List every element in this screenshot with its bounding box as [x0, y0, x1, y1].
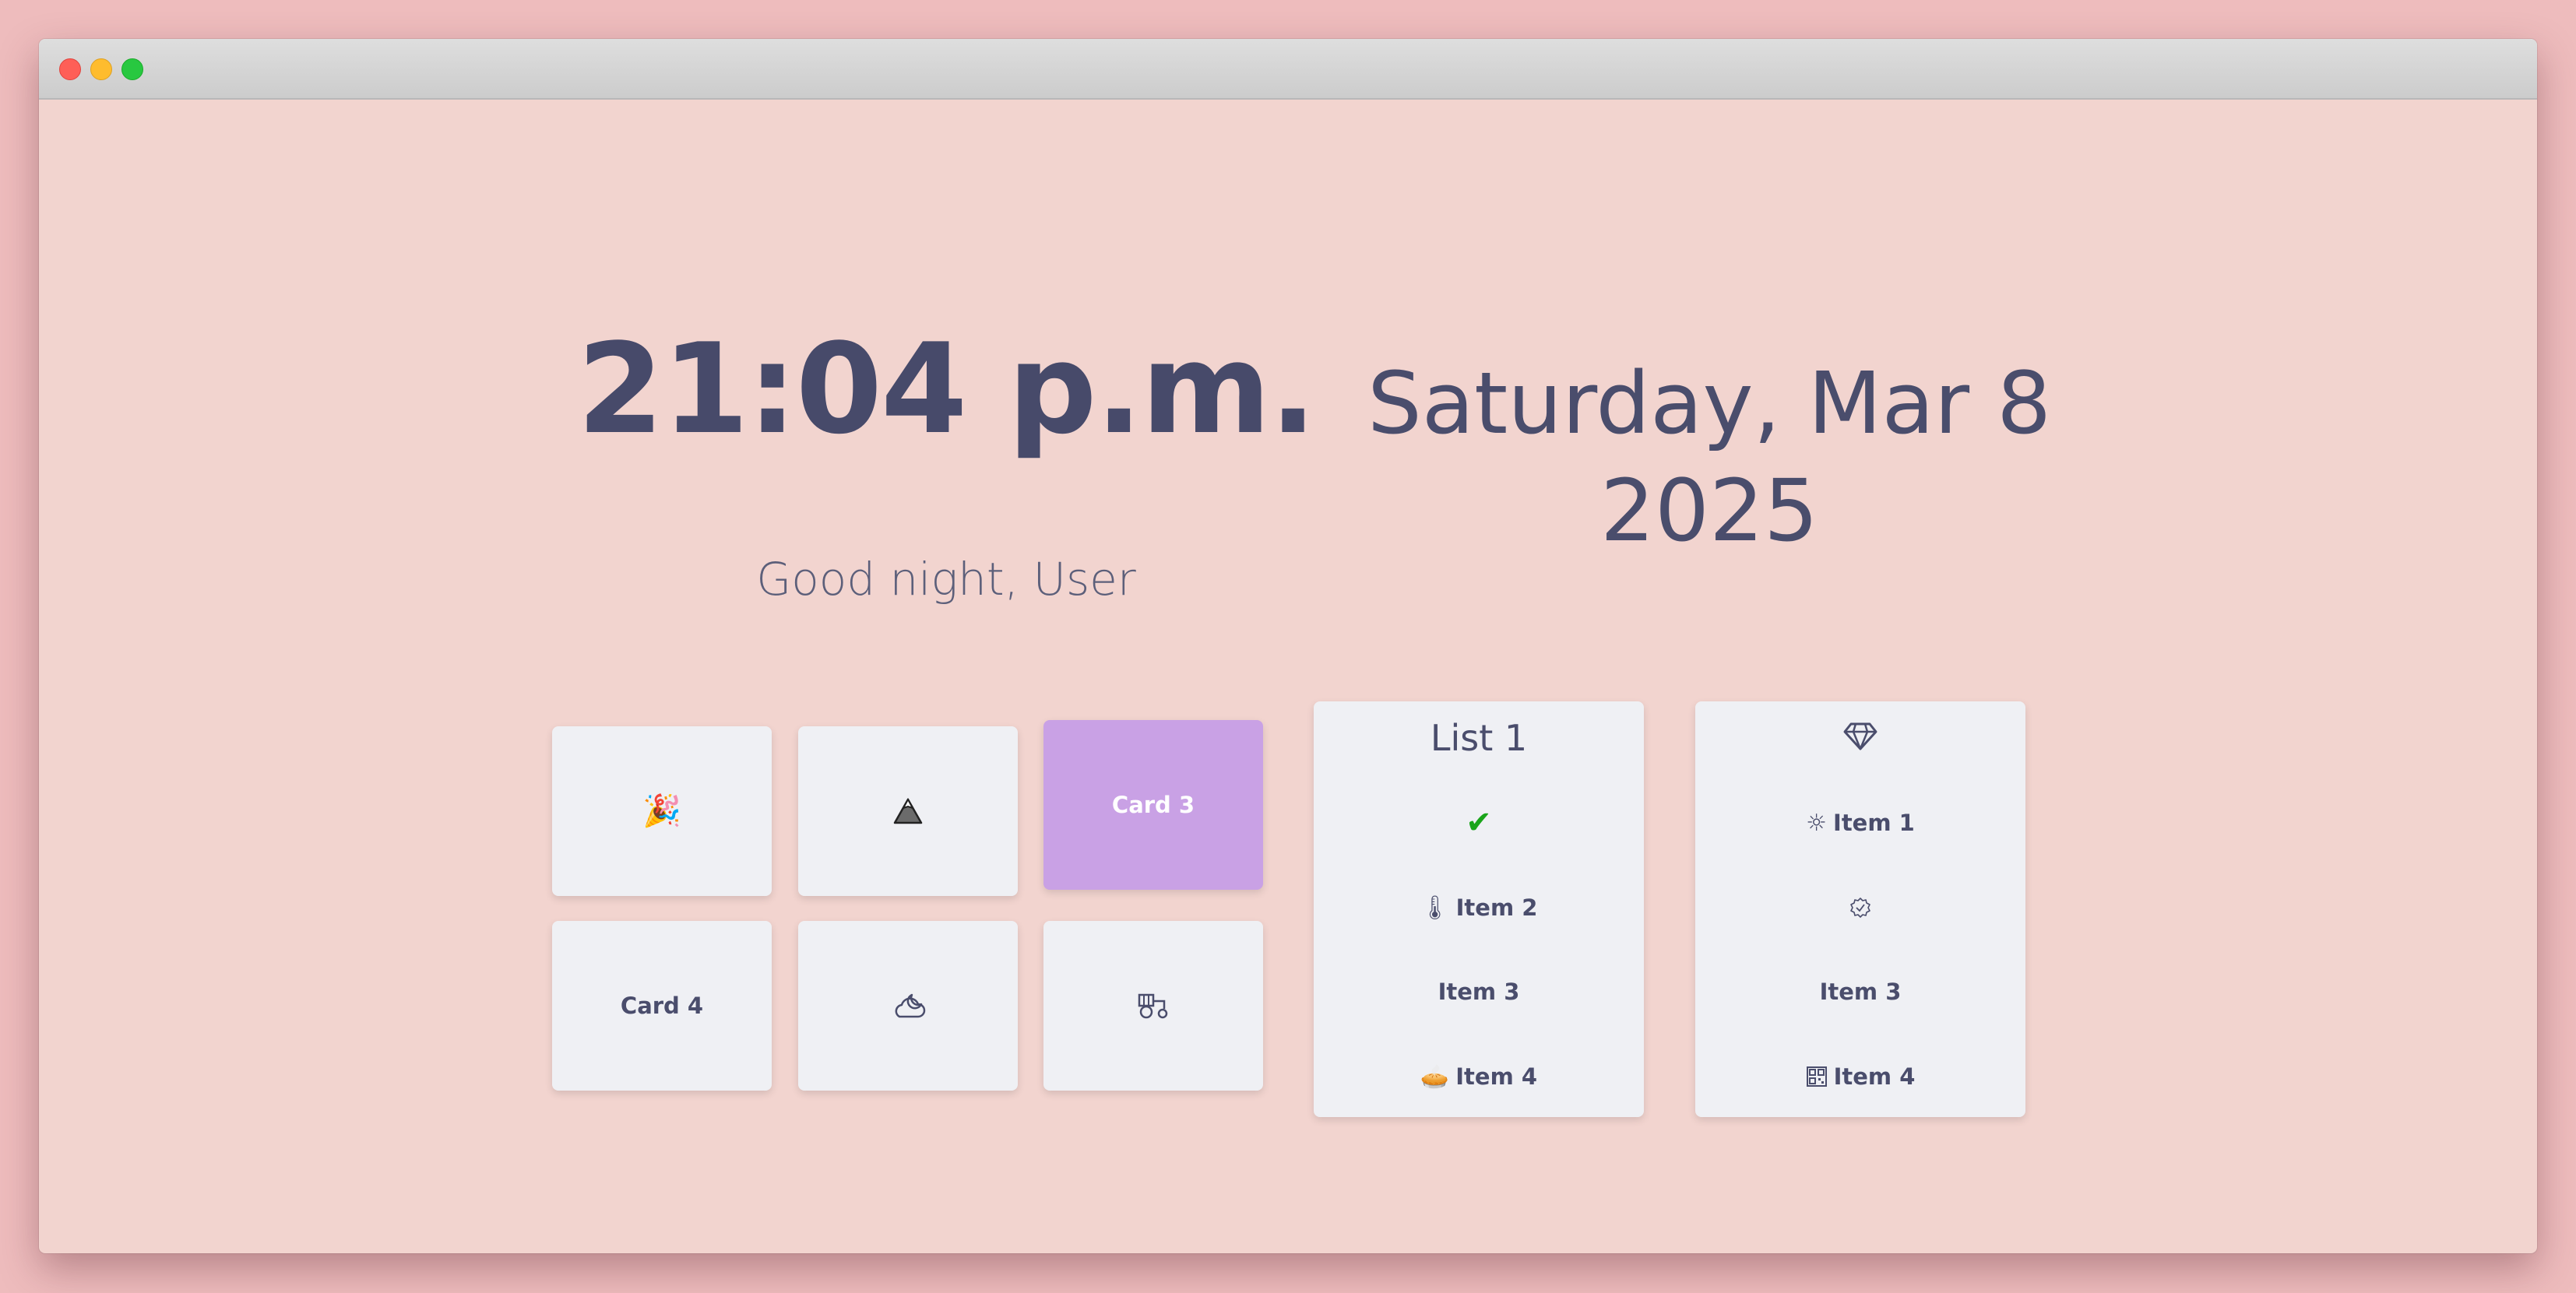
check-mark-icon: ✔	[1466, 805, 1492, 841]
close-window-button[interactable]	[59, 58, 81, 80]
date-display: Saturday, Mar 8 2025	[1324, 350, 2095, 564]
list-item[interactable]: Item 4	[1695, 1053, 2025, 1100]
maximize-window-button[interactable]	[121, 58, 143, 80]
date-day: Saturday, Mar 8	[1367, 353, 2052, 453]
list-item-label: Item 3	[1819, 979, 1902, 1005]
list-item-label: Item 2	[1455, 894, 1538, 921]
list-1-panel: List 1 ✔ 🌡 Item 2 Item 3 🥧 Item 4	[1314, 701, 1644, 1117]
list-item[interactable]: Item 3	[1695, 968, 2025, 1015]
list-item[interactable]	[1695, 884, 2025, 931]
badge-check-icon	[1850, 898, 1870, 918]
browser-window: 21:04 p.m. Good night, User Saturday, Ma…	[39, 39, 2537, 1253]
list-item-label: Item 1	[1833, 810, 1915, 836]
list-item-label: Item 4	[1455, 1063, 1538, 1090]
list-item[interactable]: ✔	[1314, 799, 1644, 846]
list-1-title: List 1	[1430, 717, 1528, 759]
greeting-text: Good night, User	[756, 553, 1136, 606]
list-item[interactable]: Item 3	[1314, 968, 1644, 1015]
gem-icon	[1843, 722, 1877, 750]
qr-code-icon	[1806, 1066, 1827, 1087]
card-1[interactable]: 🎉	[552, 726, 772, 896]
list-item[interactable]: 🥧 Item 4	[1314, 1053, 1644, 1100]
minimize-window-button[interactable]	[90, 58, 112, 80]
sun-icon: ☼	[1806, 809, 1828, 837]
list-2-panel: ☼ Item 1 Item 3 Item 4	[1695, 701, 2025, 1117]
list-item-label: Item 3	[1438, 979, 1520, 1005]
card-4[interactable]: Card 4	[552, 921, 772, 1091]
list-item-label: Item 4	[1833, 1063, 1916, 1090]
date-year: 2025	[1600, 460, 1818, 560]
window-titlebar	[39, 39, 2537, 100]
pie-icon: 🥧	[1420, 1063, 1450, 1091]
thermometer-icon: 🌡	[1420, 894, 1450, 922]
card-2[interactable]	[798, 726, 1018, 896]
tractor-icon	[1138, 993, 1168, 1019]
card-3-label: Card 3	[1111, 792, 1195, 818]
party-popper-icon: 🎉	[642, 793, 681, 829]
list-2-header	[1695, 722, 2025, 754]
mountain-icon	[893, 798, 923, 824]
card-6[interactable]	[1043, 921, 1263, 1091]
list-item[interactable]: ☼ Item 1	[1695, 799, 2025, 846]
card-4-label: Card 4	[620, 993, 704, 1019]
cloud-moon-icon	[895, 993, 926, 1018]
card-5[interactable]	[798, 921, 1018, 1091]
card-3[interactable]: Card 3	[1043, 720, 1263, 890]
list-item[interactable]: 🌡 Item 2	[1314, 884, 1644, 931]
clock-time: 21:04 p.m.	[577, 316, 1317, 462]
